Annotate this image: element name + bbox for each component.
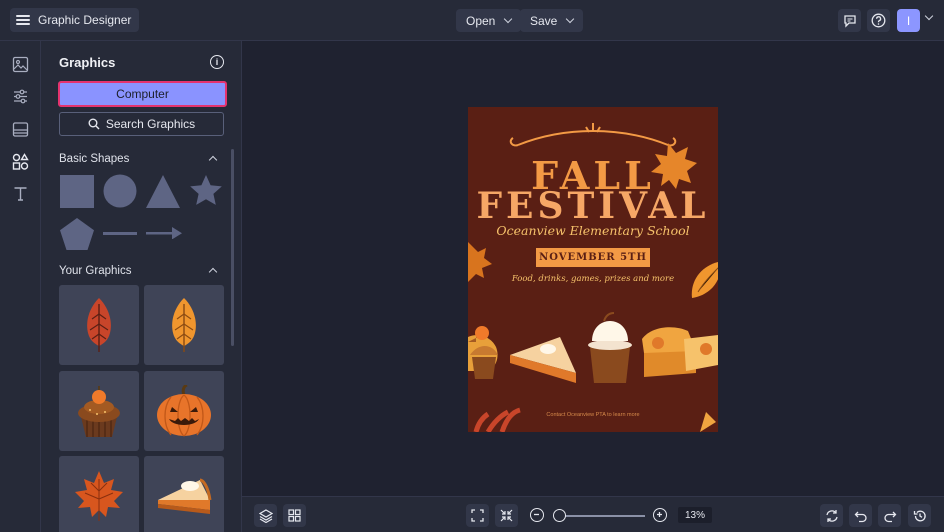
collapse-your-graphics-icon[interactable] bbox=[208, 267, 218, 277]
save-label: Save bbox=[530, 13, 558, 28]
search-graphics-label: Search Graphics bbox=[105, 117, 196, 131]
arrow-shape[interactable] bbox=[146, 227, 182, 239]
graphic-tile-red-leaf[interactable] bbox=[59, 285, 139, 365]
grid-icon bbox=[288, 509, 301, 522]
chevron-down-icon bbox=[504, 14, 513, 24]
panel-scrollbar[interactable] bbox=[231, 149, 234, 346]
orange-leaf-graphic bbox=[172, 298, 196, 352]
bottom-bar: 13% bbox=[242, 496, 944, 532]
help-button[interactable] bbox=[867, 9, 890, 32]
zoom-slider-handle[interactable] bbox=[553, 509, 566, 522]
poster-contact: Contact Oceanview PTA to learn more bbox=[546, 412, 640, 418]
layout-icon[interactable] bbox=[12, 121, 29, 138]
history-button[interactable] bbox=[908, 504, 931, 527]
app-menu-button[interactable]: Graphic Designer bbox=[10, 8, 140, 32]
graphic-tile-orange-leaf[interactable] bbox=[144, 285, 224, 365]
fit-icon bbox=[471, 509, 484, 522]
comment-icon bbox=[843, 14, 856, 28]
redo-button[interactable] bbox=[878, 504, 901, 527]
text-icon[interactable] bbox=[12, 185, 29, 202]
maple-leaf-graphic bbox=[75, 471, 123, 521]
pentagon-shape[interactable] bbox=[60, 218, 94, 250]
computer-upload-button[interactable]: Computer bbox=[58, 81, 227, 107]
shrink-icon bbox=[500, 509, 513, 522]
panel-title: Graphics bbox=[59, 55, 116, 70]
red-leaf-graphic bbox=[87, 298, 111, 352]
rotate-icon bbox=[825, 509, 838, 522]
pumpkin-graphic bbox=[157, 385, 211, 437]
help-icon bbox=[871, 13, 886, 28]
circle-shape[interactable] bbox=[103, 174, 137, 208]
menu-icon bbox=[16, 15, 30, 25]
zoom-slider-track[interactable] bbox=[559, 515, 645, 517]
undo-button[interactable] bbox=[849, 504, 872, 527]
zoom-in-button[interactable] bbox=[653, 508, 667, 522]
triangle-shape[interactable] bbox=[146, 175, 180, 208]
sliders-icon[interactable] bbox=[12, 88, 29, 105]
basic-shapes-header: Basic Shapes bbox=[59, 153, 130, 165]
top-bar: Graphic Designer Open Save I bbox=[0, 0, 944, 41]
cupcake-graphic bbox=[78, 386, 120, 437]
poster-subtitle: Oceanview Elementary School bbox=[496, 223, 690, 238]
grid-button[interactable] bbox=[283, 504, 306, 527]
star-shape[interactable] bbox=[189, 174, 223, 208]
shapes-icon[interactable] bbox=[12, 153, 29, 170]
search-graphics-button[interactable]: Search Graphics bbox=[59, 112, 224, 136]
zoom-out-button[interactable] bbox=[530, 508, 544, 522]
image-icon[interactable] bbox=[12, 56, 29, 73]
actual-size-button[interactable] bbox=[495, 504, 518, 527]
tool-rail bbox=[0, 41, 41, 532]
line-shape[interactable] bbox=[103, 231, 137, 236]
save-dropdown[interactable]: Save bbox=[520, 9, 584, 32]
layers-icon bbox=[258, 508, 273, 523]
fit-to-screen-button[interactable] bbox=[466, 504, 489, 527]
rotate-button[interactable] bbox=[820, 504, 843, 527]
pie-slice-graphic bbox=[158, 478, 212, 514]
search-icon bbox=[88, 118, 100, 130]
poster-title-line2: FESTIVAL bbox=[476, 185, 710, 227]
redo-icon bbox=[883, 511, 896, 522]
canvas-area: FALL FESTIVAL Oceanview Elementary Schoo… bbox=[242, 41, 944, 496]
user-avatar[interactable]: I bbox=[897, 9, 920, 32]
zoom-out-icon bbox=[534, 513, 539, 516]
your-graphics-header: Your Graphics bbox=[59, 265, 132, 277]
zoom-level[interactable]: 13% bbox=[678, 507, 712, 523]
poster-details: Food, drinks, games, prizes and more bbox=[511, 274, 675, 284]
poster-date-ribbon: NOVEMBER 5TH bbox=[536, 248, 650, 267]
open-dropdown[interactable]: Open bbox=[456, 9, 522, 32]
zoom-in-icon bbox=[657, 512, 662, 517]
open-label: Open bbox=[466, 13, 496, 28]
square-shape[interactable] bbox=[60, 175, 94, 208]
app-title: Graphic Designer bbox=[38, 13, 132, 27]
comments-button[interactable] bbox=[838, 9, 861, 32]
graphic-tile-pie-slice[interactable] bbox=[144, 456, 224, 532]
chevron-down-icon[interactable] bbox=[924, 11, 934, 21]
layers-button[interactable] bbox=[254, 504, 277, 527]
chevron-down-icon bbox=[566, 14, 575, 24]
graphic-tile-pumpkin[interactable] bbox=[144, 371, 224, 451]
graphic-tile-cupcake[interactable] bbox=[59, 371, 139, 451]
undo-icon bbox=[854, 511, 867, 522]
poster[interactable]: FALL FESTIVAL Oceanview Elementary Schoo… bbox=[468, 107, 718, 432]
info-icon[interactable]: i bbox=[210, 55, 224, 69]
collapse-basic-shapes-icon[interactable] bbox=[208, 155, 218, 165]
history-icon bbox=[913, 510, 926, 521]
graphics-panel: Graphics i Computer Search Graphics Basi… bbox=[41, 41, 242, 532]
graphic-tile-maple-leaf[interactable] bbox=[59, 456, 139, 532]
